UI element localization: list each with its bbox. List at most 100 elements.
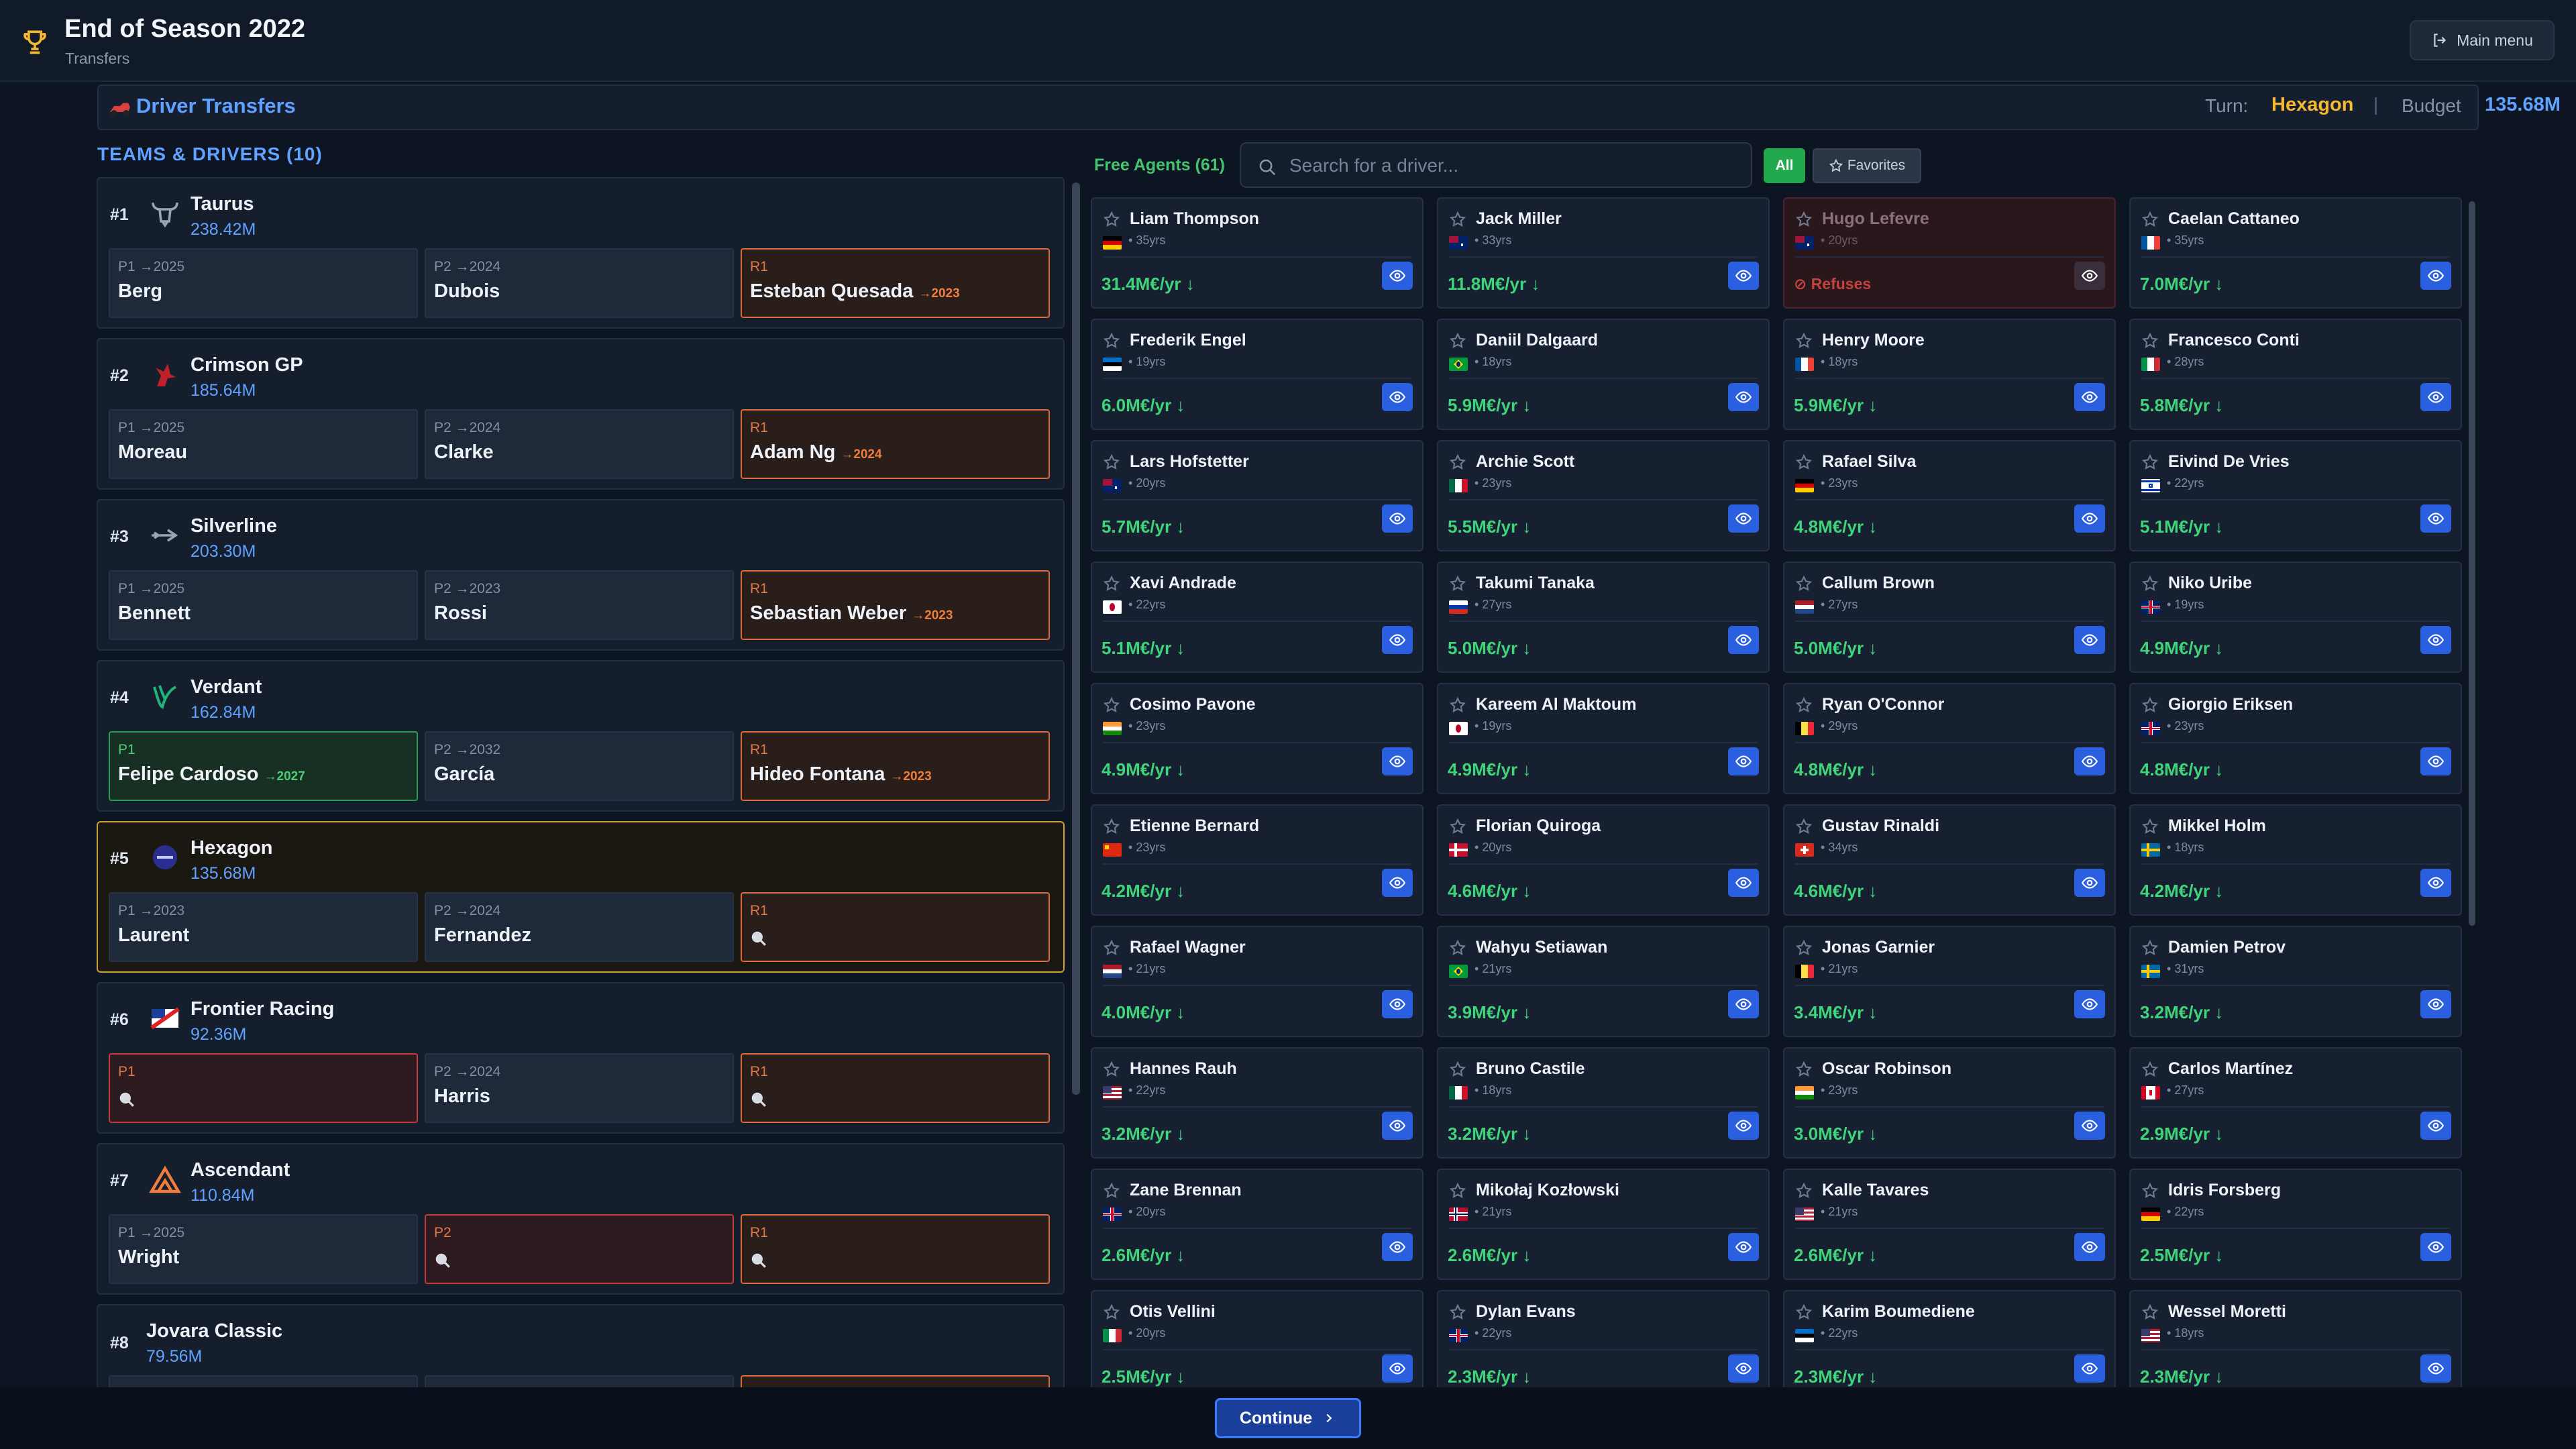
view-driver-button[interactable] xyxy=(1382,747,1413,775)
favorite-star-icon[interactable] xyxy=(1449,939,1466,957)
driver-card[interactable]: Bruno Castile • 18yrs 3.2M€/yr ↓ xyxy=(1437,1047,1770,1159)
driver-card[interactable]: Etienne Bernard • 23yrs 4.2M€/yr ↓ xyxy=(1091,804,1424,916)
driver-card[interactable]: Oscar Robinson • 23yrs 3.0M€/yr ↓ xyxy=(1783,1047,2116,1159)
view-driver-button[interactable] xyxy=(2420,1233,2451,1261)
favorite-star-icon[interactable] xyxy=(2141,453,2159,471)
driver-card[interactable]: Wessel Moretti • 18yrs 2.3M€/yr ↓ xyxy=(2129,1290,2462,1389)
favorite-star-icon[interactable] xyxy=(1795,696,1813,714)
driver-card[interactable]: Kareem Al Maktoum • 19yrs 4.9M€/yr ↓ xyxy=(1437,683,1770,794)
driver-card[interactable]: Rafael Wagner • 21yrs 4.0M€/yr ↓ xyxy=(1091,926,1424,1037)
view-driver-button[interactable] xyxy=(1728,1112,1759,1140)
driver-slot[interactable]: R1 Adam Ng →2024 xyxy=(741,409,1050,479)
view-driver-button[interactable] xyxy=(1728,383,1759,411)
favorite-star-icon[interactable] xyxy=(2141,1061,2159,1078)
favorite-star-icon[interactable] xyxy=(1449,575,1466,592)
view-driver-button[interactable] xyxy=(1382,504,1413,533)
view-driver-button[interactable] xyxy=(1382,262,1413,290)
favorite-star-icon[interactable] xyxy=(1103,1303,1120,1321)
driver-card[interactable]: Frederik Engel • 19yrs 6.0M€/yr ↓ xyxy=(1091,319,1424,430)
driver-slot[interactable]: R1 Hideo Fontana →2023 xyxy=(741,731,1050,801)
view-driver-button[interactable] xyxy=(1382,626,1413,654)
favorite-star-icon[interactable] xyxy=(2141,575,2159,592)
driver-slot[interactable]: R1 Esteban Quesada →2023 xyxy=(741,248,1050,318)
view-driver-button[interactable] xyxy=(2420,1112,2451,1140)
driver-card[interactable]: Daniil Dalgaard • 18yrs 5.9M€/yr ↓ xyxy=(1437,319,1770,430)
driver-card[interactable]: Gustav Rinaldi • 34yrs 4.6M€/yr ↓ xyxy=(1783,804,2116,916)
view-driver-button[interactable] xyxy=(2074,504,2105,533)
favorite-star-icon[interactable] xyxy=(1795,1182,1813,1199)
favorite-star-icon[interactable] xyxy=(1103,453,1120,471)
view-driver-button[interactable] xyxy=(1728,262,1759,290)
driver-card[interactable]: Idris Forsberg • 22yrs 2.5M€/yr ↓ xyxy=(2129,1169,2462,1280)
favorite-star-icon[interactable] xyxy=(1449,818,1466,835)
favorite-star-icon[interactable] xyxy=(2141,1182,2159,1199)
driver-card[interactable]: Damien Petrov • 31yrs 3.2M€/yr ↓ xyxy=(2129,926,2462,1037)
favorite-star-icon[interactable] xyxy=(1103,1061,1120,1078)
driver-card[interactable]: Ryan O'Connor • 29yrs 4.8M€/yr ↓ xyxy=(1783,683,2116,794)
continue-button[interactable]: Continue xyxy=(1215,1398,1361,1438)
driver-card[interactable]: Niko Uribe • 19yrs 4.9M€/yr ↓ xyxy=(2129,561,2462,673)
view-driver-button[interactable] xyxy=(2074,1233,2105,1261)
view-driver-button[interactable] xyxy=(2074,747,2105,775)
driver-card[interactable]: Kalle Tavares • 21yrs 2.6M€/yr ↓ xyxy=(1783,1169,2116,1280)
view-driver-button[interactable] xyxy=(2074,869,2105,897)
driver-slot[interactable]: P2 →2024 Clarke xyxy=(425,409,734,479)
driver-slot[interactable]: P2 xyxy=(425,1214,734,1284)
favorite-star-icon[interactable] xyxy=(1103,211,1120,228)
favorite-star-icon[interactable] xyxy=(1103,332,1120,350)
view-driver-button[interactable] xyxy=(1382,1233,1413,1261)
driver-slot[interactable]: P2 →2032 García xyxy=(425,731,734,801)
view-driver-button[interactable] xyxy=(2074,626,2105,654)
teams-scrollbar[interactable] xyxy=(1072,182,1080,1095)
favorite-star-icon[interactable] xyxy=(1449,453,1466,471)
view-driver-button[interactable] xyxy=(2074,262,2105,290)
driver-slot[interactable]: P1 →2025 Wright xyxy=(109,1214,418,1284)
driver-card[interactable]: Takumi Tanaka • 27yrs 5.0M€/yr ↓ xyxy=(1437,561,1770,673)
driver-card[interactable]: Caelan Cattaneo • 35yrs 7.0M€/yr ↓ xyxy=(2129,197,2462,309)
team-card[interactable]: #6 Frontier Racing 92.36M P1 P2 →2024 Harris R… xyxy=(97,982,1065,1134)
driver-slot[interactable]: P2 →2024 Dubois xyxy=(425,248,734,318)
filter-favorites-button[interactable]: Favorites xyxy=(1813,148,1921,183)
driver-card[interactable]: Francesco Conti • 28yrs 5.8M€/yr ↓ xyxy=(2129,319,2462,430)
driver-slot[interactable] xyxy=(425,1375,734,1389)
favorite-star-icon[interactable] xyxy=(1103,575,1120,592)
filter-all-button[interactable]: All xyxy=(1764,148,1805,183)
favorite-star-icon[interactable] xyxy=(2141,211,2159,228)
driver-slot[interactable]: P2 →2024 Fernandez xyxy=(425,892,734,962)
driver-card[interactable]: Eivind De Vries • 22yrs 5.1M€/yr ↓ xyxy=(2129,440,2462,551)
driver-card[interactable]: Karim Boumediene • 22yrs 2.3M€/yr ↓ xyxy=(1783,1290,2116,1389)
view-driver-button[interactable] xyxy=(2420,869,2451,897)
view-driver-button[interactable] xyxy=(1728,1233,1759,1261)
driver-card[interactable]: Jack Miller • 33yrs 11.8M€/yr ↓ xyxy=(1437,197,1770,309)
favorite-star-icon[interactable] xyxy=(1103,696,1120,714)
driver-card[interactable]: Liam Thompson • 35yrs 31.4M€/yr ↓ xyxy=(1091,197,1424,309)
view-driver-button[interactable] xyxy=(1382,990,1413,1018)
driver-card[interactable]: Hugo Lefevre • 20yrs ⊘ Refuses xyxy=(1783,197,2116,309)
free-agents-scrollbar[interactable] xyxy=(2469,201,2475,926)
team-card[interactable]: #5 Hexagon 135.68M P1 →2023 Laurent P2 →2024 F… xyxy=(97,821,1065,973)
favorite-star-icon[interactable] xyxy=(1449,1303,1466,1321)
driver-card[interactable]: Jonas Garnier • 21yrs 3.4M€/yr ↓ xyxy=(1783,926,2116,1037)
driver-card[interactable]: Callum Brown • 27yrs 5.0M€/yr ↓ xyxy=(1783,561,2116,673)
driver-slot[interactable]: P1 →2025 Bennett xyxy=(109,570,418,640)
view-driver-button[interactable] xyxy=(1728,747,1759,775)
driver-slot[interactable] xyxy=(109,1375,418,1389)
driver-card[interactable]: Otis Vellini • 20yrs 2.5M€/yr ↓ xyxy=(1091,1290,1424,1389)
team-card[interactable]: #2 Crimson GP 185.64M P1 →2025 Moreau P2 →202… xyxy=(97,338,1065,490)
team-card[interactable]: #8 Jovara Classic 79.56M xyxy=(97,1304,1065,1389)
view-driver-button[interactable] xyxy=(1382,1112,1413,1140)
favorite-star-icon[interactable] xyxy=(2141,818,2159,835)
favorite-star-icon[interactable] xyxy=(1795,211,1813,228)
view-driver-button[interactable] xyxy=(1728,504,1759,533)
team-card[interactable]: #4 Verdant 162.84M P1 Felipe Cardoso →2027 P2 … xyxy=(97,660,1065,812)
driver-slot[interactable]: P1 →2023 Laurent xyxy=(109,892,418,962)
driver-slot[interactable]: P2 →2023 Rossi xyxy=(425,570,734,640)
view-driver-button[interactable] xyxy=(2420,990,2451,1018)
driver-card[interactable]: Cosimo Pavone • 23yrs 4.9M€/yr ↓ xyxy=(1091,683,1424,794)
driver-card[interactable]: Rafael Silva • 23yrs 4.8M€/yr ↓ xyxy=(1783,440,2116,551)
driver-card[interactable]: Wahyu Setiawan • 21yrs 3.9M€/yr ↓ xyxy=(1437,926,1770,1037)
main-menu-button[interactable]: Main menu xyxy=(2410,20,2555,60)
driver-slot[interactable]: R1 Sebastian Weber →2023 xyxy=(741,570,1050,640)
favorite-star-icon[interactable] xyxy=(2141,696,2159,714)
favorite-star-icon[interactable] xyxy=(1103,939,1120,957)
